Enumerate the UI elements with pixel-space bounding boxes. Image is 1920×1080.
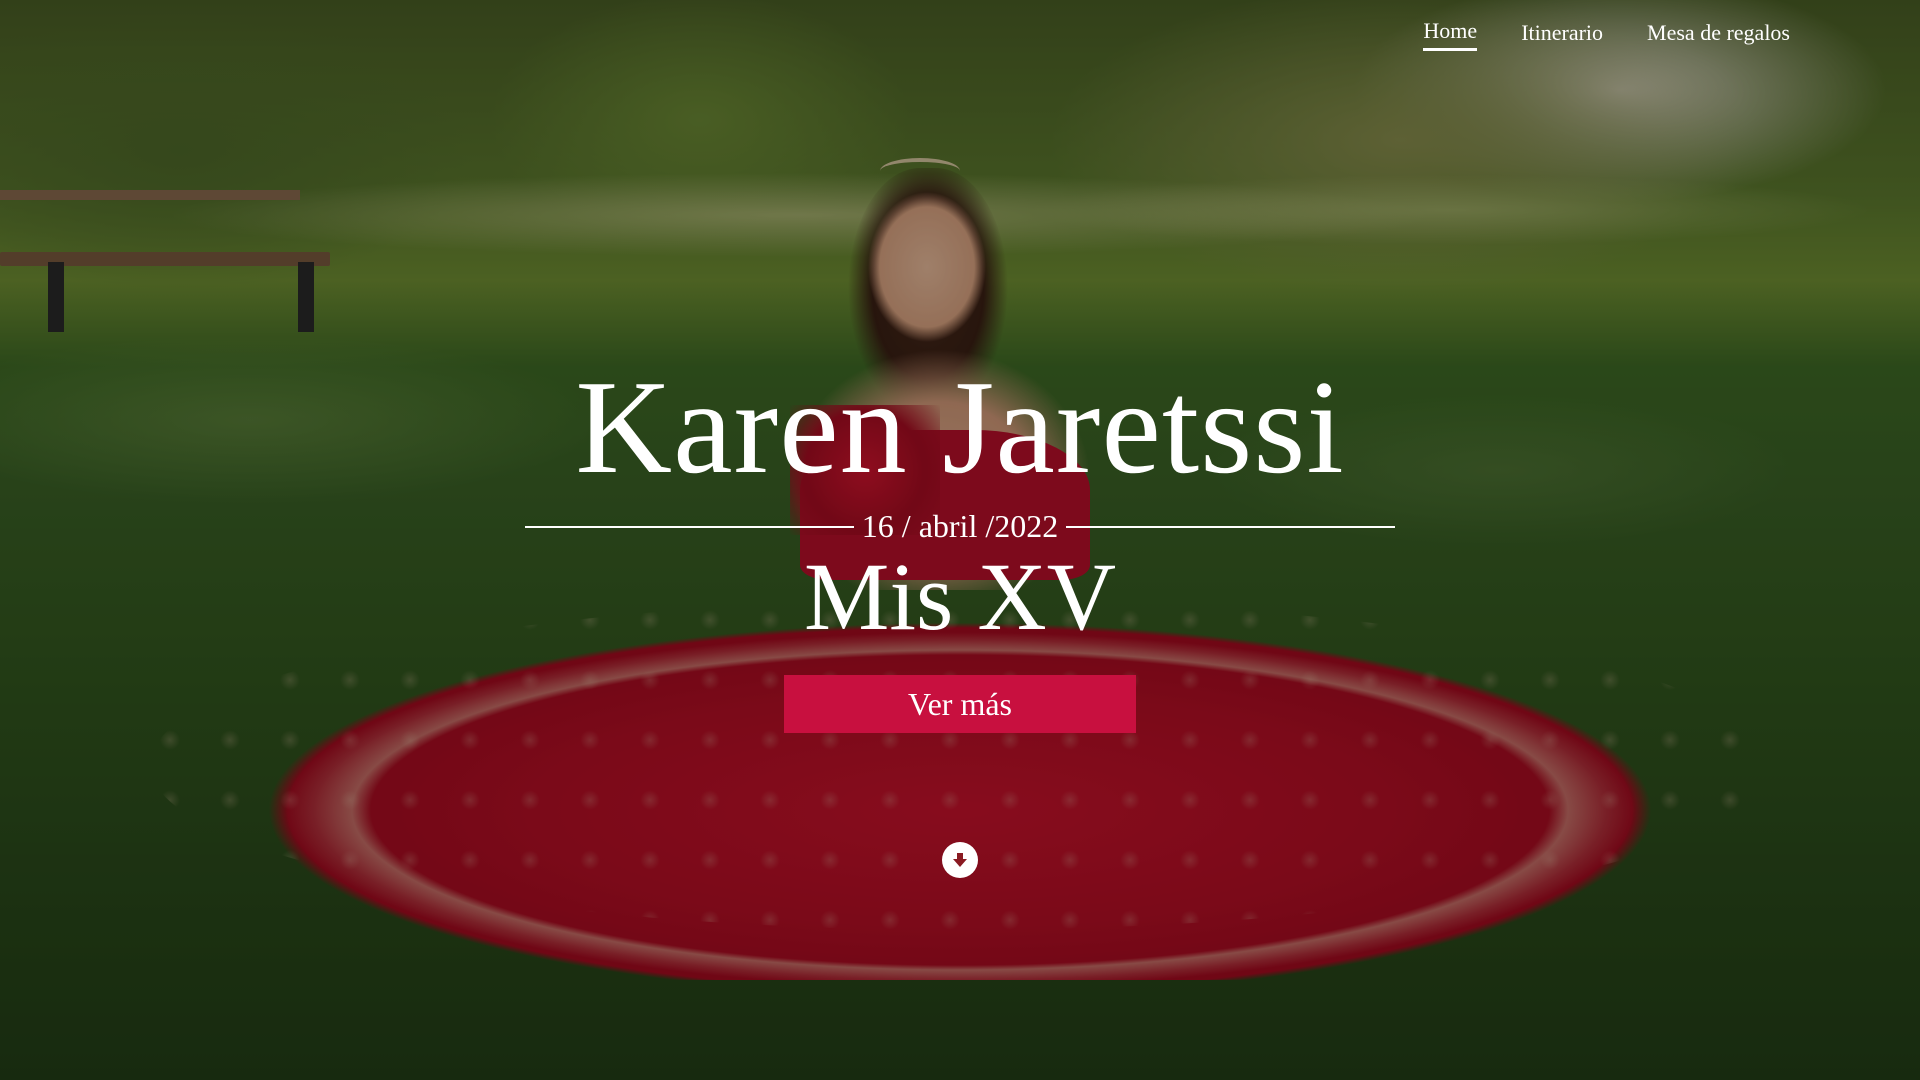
- date-divider-right: [1066, 525, 1396, 528]
- date-divider-left: [525, 525, 854, 528]
- top-nav: Home Itinerario Mesa de regalos: [1423, 18, 1790, 51]
- event-date: 16 / abril /2022: [861, 508, 1059, 544]
- ver-mas-button[interactable]: Ver más: [784, 675, 1136, 733]
- hero-subtitle: Mis XV: [803, 543, 1117, 650]
- arrow-down-icon: [953, 853, 967, 867]
- hero-section: Home Itinerario Mesa de regalos Karen Ja…: [0, 0, 1920, 1080]
- date-row: 16 / abril /2022: [525, 508, 1396, 545]
- nav-link-itinerario[interactable]: Itinerario: [1521, 20, 1603, 50]
- hero-name: Karen Jaretssi: [575, 353, 1345, 501]
- arrow-down-circle-icon[interactable]: [942, 842, 978, 878]
- nav-link-home[interactable]: Home: [1423, 18, 1478, 51]
- nav-link-mesa-de-regalos[interactable]: Mesa de regalos: [1647, 20, 1790, 50]
- hero-content: Karen Jaretssi 16 / abril /2022 Mis XV V…: [0, 360, 1920, 733]
